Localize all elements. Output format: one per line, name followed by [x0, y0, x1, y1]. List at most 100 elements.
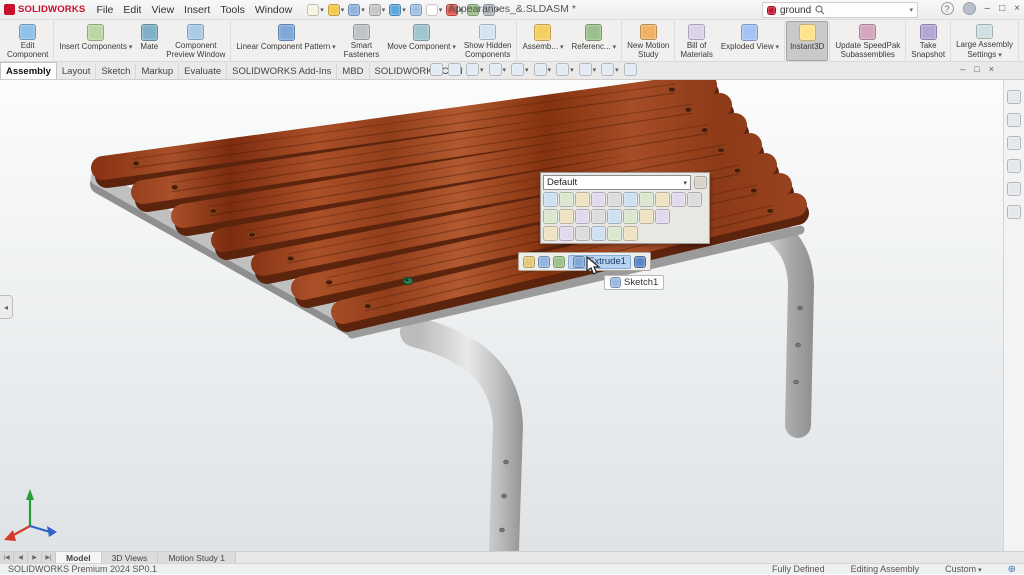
edit-component-button[interactable]: EditComponent [3, 21, 52, 61]
measure-icon[interactable] [607, 192, 622, 207]
custom-properties-icon[interactable] [1007, 205, 1021, 219]
show-hidden-components-button[interactable]: Show HiddenComponents [460, 21, 516, 61]
select-button[interactable]: ▾ [426, 4, 443, 16]
edit-sketch-icon[interactable] [634, 256, 646, 268]
tab-assembly[interactable]: Assembly [0, 62, 57, 79]
view-palette-icon[interactable] [1007, 159, 1021, 173]
exploded-view-button[interactable]: Exploded View ▾ [717, 21, 783, 61]
update-speedpak-button[interactable]: Update SpeedPakSubassemblies [831, 21, 904, 61]
instant3d-button[interactable]: Instant3D [786, 21, 828, 61]
globe-icon[interactable] [1008, 564, 1016, 575]
configure-icon[interactable] [575, 209, 590, 224]
file-explorer-icon[interactable] [1007, 136, 1021, 150]
reference-geometry-button[interactable]: Referenc... ▾ [568, 21, 621, 61]
bottom-tab-3d-views[interactable]: 3D Views [102, 552, 159, 563]
new-motion-study-button[interactable]: New MotionStudy [623, 21, 673, 61]
properties-icon[interactable] [623, 226, 638, 241]
open-part-icon[interactable] [543, 192, 558, 207]
edit-part-icon[interactable] [559, 192, 574, 207]
insert-components-button[interactable]: Insert Components ▾ [55, 21, 136, 61]
component-preview-window-button[interactable]: ComponentPreview Window [162, 21, 229, 61]
section-view-button[interactable]: ▾ [489, 63, 507, 76]
menu-file[interactable]: File [91, 4, 118, 16]
material-icon[interactable] [607, 209, 622, 224]
tab-layout[interactable]: Layout [57, 63, 97, 79]
previous-view-button[interactable]: ▾ [466, 63, 484, 76]
suppress-icon[interactable] [559, 209, 574, 224]
change-transparency-icon[interactable] [575, 226, 590, 241]
appearance-icon[interactable] [655, 192, 670, 207]
mate-button[interactable]: Mate [136, 21, 162, 61]
body-icon[interactable] [553, 256, 565, 268]
pattern-icon[interactable] [607, 226, 622, 241]
menu-window[interactable]: Window [250, 4, 297, 16]
solidworks-resources-icon[interactable] [1007, 90, 1021, 104]
sheet-nav-3[interactable]: ▶| [42, 552, 56, 563]
design-library-icon[interactable] [1007, 113, 1021, 127]
make-virtual-icon[interactable] [591, 226, 606, 241]
search-input[interactable]: ground [780, 5, 811, 16]
menu-edit[interactable]: Edit [118, 4, 146, 16]
copy-icon[interactable] [655, 209, 670, 224]
bill-of-materials-button[interactable]: Bill ofMaterials [676, 21, 716, 61]
assembly-features-button[interactable]: Assemb... ▾ [518, 21, 567, 61]
configuration-dropdown[interactable]: Default [543, 175, 691, 190]
tab-mbd[interactable]: MBD [337, 63, 369, 79]
delete-icon[interactable] [559, 226, 574, 241]
close-button[interactable]: × [1014, 3, 1020, 14]
tab-solidworks-add-ins[interactable]: SOLIDWORKS Add-Ins [227, 63, 337, 79]
assembly-model[interactable] [0, 80, 1024, 551]
doc-restore-button[interactable]: □ [974, 64, 979, 74]
save-button[interactable]: ▾ [348, 4, 365, 16]
tab-evaluate[interactable]: Evaluate [179, 63, 227, 79]
view-orientation-button[interactable]: ▾ [511, 63, 529, 76]
zoom-to-selection-icon[interactable] [543, 226, 558, 241]
feature-tree-collapse-tab[interactable] [0, 295, 13, 319]
menu-view[interactable]: View [146, 4, 179, 16]
pin-icon[interactable] [694, 176, 707, 189]
sheet-nav-1[interactable]: ◀ [14, 552, 28, 563]
menu-tools[interactable]: Tools [215, 4, 250, 16]
linear-component-pattern-button[interactable]: Linear Component Pattern ▾ [232, 21, 339, 61]
search-box[interactable]: ground [762, 2, 918, 18]
comment-bubble-icon[interactable] [591, 209, 606, 224]
fix-icon[interactable] [639, 192, 654, 207]
user-avatar-icon[interactable] [963, 2, 976, 15]
comment-button[interactable] [624, 63, 637, 76]
undo-button[interactable]: ▾ [389, 4, 406, 16]
tab-markup[interactable]: Markup [136, 63, 179, 79]
zoom-fit-button[interactable] [430, 63, 443, 76]
section-context-icon[interactable] [623, 209, 638, 224]
help-button[interactable]: ? [941, 2, 954, 15]
normal-to-icon[interactable] [639, 209, 654, 224]
tab-sketch[interactable]: Sketch [96, 63, 136, 79]
move-component-button[interactable]: Move Component ▾ [383, 21, 460, 61]
maximize-button[interactable]: □ [999, 3, 1005, 14]
smart-dimension-icon[interactable] [623, 192, 638, 207]
menu-insert[interactable]: Insert [179, 4, 215, 16]
sketch-callout[interactable]: Sketch1 [604, 275, 664, 290]
sheet-nav-2[interactable]: ▶ [28, 552, 42, 563]
hide-component-icon[interactable] [543, 209, 558, 224]
open-file-button[interactable]: ▾ [328, 4, 345, 16]
redo-button[interactable] [410, 4, 422, 16]
doc-minimize-button[interactable]: – [960, 64, 965, 74]
appearances-scenes-icon[interactable] [1007, 182, 1021, 196]
graphics-area[interactable] [0, 80, 1024, 551]
doc-close-button[interactable]: × [989, 64, 994, 74]
large-assembly-settings-button[interactable]: Large AssemblySettings ▾ [952, 21, 1017, 61]
mate-context-icon[interactable] [575, 192, 590, 207]
status-custom[interactable]: Custom ▾ [945, 564, 981, 574]
more-commands-icon[interactable] [687, 192, 702, 207]
new-file-button[interactable]: ▾ [307, 4, 324, 16]
display-style-button[interactable]: ▾ [534, 63, 552, 76]
edit-appearance-button[interactable]: ▾ [579, 63, 597, 76]
zoom-area-button[interactable] [448, 63, 461, 76]
bottom-tab-motion-study-1[interactable]: Motion Study 1 [158, 552, 236, 563]
minimize-button[interactable]: – [985, 3, 991, 14]
smart-fasteners-button[interactable]: SmartFasteners [340, 21, 384, 61]
print-button[interactable]: ▾ [369, 4, 386, 16]
bottom-tab-model[interactable]: Model [56, 552, 102, 563]
isolate-icon[interactable] [671, 192, 686, 207]
take-snapshot-button[interactable]: TakeSnapshot [907, 21, 949, 61]
